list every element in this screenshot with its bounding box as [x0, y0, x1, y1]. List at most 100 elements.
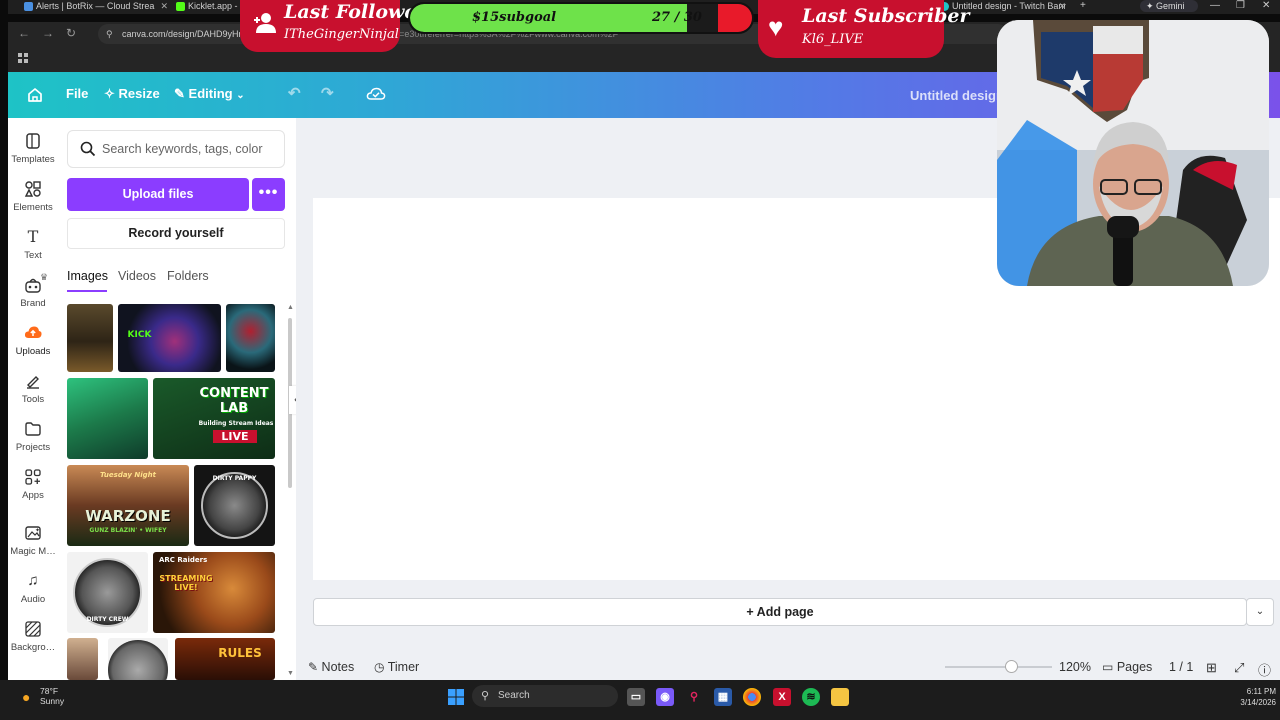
home-icon[interactable]: [26, 86, 44, 104]
upload-thumbnail[interactable]: CONTENT LAB Building Stream Ideas LIVE: [153, 378, 275, 459]
taskbar-search[interactable]: ⚲ Search: [472, 685, 618, 707]
badge-emblem: [201, 472, 268, 539]
record-yourself-button[interactable]: Record yourself: [67, 218, 285, 249]
upload-thumbnail[interactable]: ARC Raiders STREAMING LIVE!: [153, 552, 275, 633]
tab-images[interactable]: Images: [67, 269, 108, 283]
windows-taskbar: ● 78°F Sunny ⚲ Search ▭ ◉ ⚲ ▦ X ≋ 6:11 P…: [0, 680, 1280, 720]
zoom-level[interactable]: 120%: [1059, 660, 1091, 674]
maximize-window-icon[interactable]: ❐: [1236, 0, 1245, 12]
reload-icon[interactable]: ↻: [66, 26, 76, 40]
svg-text:✦: ✦: [35, 527, 40, 534]
chevron-down-icon: ⌄: [1255, 606, 1265, 617]
rail-item-text[interactable]: T Text: [8, 228, 58, 274]
windows-start-icon[interactable]: [447, 688, 465, 706]
notes-button[interactable]: ✎ Notes: [308, 660, 354, 674]
taskbar-clock[interactable]: 6:11 PM 3/14/2026: [1230, 686, 1276, 708]
rail-item-magic-media[interactable]: ✦ Magic M…: [8, 524, 58, 570]
rail-item-tools[interactable]: Tools: [8, 372, 58, 418]
file-menu[interactable]: File: [66, 86, 88, 101]
weather-widget[interactable]: 78°F Sunny: [40, 686, 64, 706]
grid-view-icon[interactable]: ⊞: [1206, 660, 1217, 676]
zoom-slider[interactable]: [945, 666, 1052, 668]
upload-thumbnail[interactable]: [108, 638, 168, 680]
timer-button[interactable]: ◷ Timer: [374, 660, 419, 674]
pencil-icon: ✎: [174, 86, 185, 101]
gemini-button[interactable]: ✦ Gemini: [1140, 0, 1198, 12]
upload-thumbnail[interactable]: DIRTY PAPPY: [194, 465, 275, 546]
sub-goal-remaining: [718, 4, 752, 32]
maps-pin-icon[interactable]: ⚲: [685, 688, 703, 706]
chrome-app-icon[interactable]: [743, 688, 761, 706]
badge-emblem: [108, 640, 168, 680]
notes-icon: ✎: [308, 660, 319, 674]
task-view-icon[interactable]: ▭: [627, 688, 645, 706]
screen: Alerts | BotRix — Cloud Strea ✕ Kicklet.…: [0, 0, 1280, 720]
scroll-down-arrow-icon[interactable]: ▼: [287, 670, 294, 677]
search-icon: ⚲: [481, 690, 490, 702]
minimize-window-icon[interactable]: —: [1210, 0, 1220, 12]
magic-resize-icon: ✧: [104, 86, 115, 101]
tab-videos[interactable]: Videos: [118, 269, 156, 283]
network-app-icon[interactable]: ▦: [714, 688, 732, 706]
back-arrow-icon[interactable]: ←: [18, 26, 30, 40]
spotify-app-icon[interactable]: ≋: [802, 688, 820, 706]
file-explorer-icon[interactable]: [831, 688, 849, 706]
apps-grid-icon[interactable]: [18, 53, 28, 63]
browser-tab-kicklet[interactable]: Kicklet.app - Kic: [174, 0, 250, 14]
upload-thumbnail[interactable]: RULES: [175, 638, 275, 680]
upload-thumbnail[interactable]: [226, 304, 275, 372]
page-count: 1 / 1: [1169, 660, 1194, 674]
pages-expand-button[interactable]: ⌄: [1246, 598, 1274, 626]
upload-thumbnail[interactable]: [67, 304, 113, 372]
rail-item-elements[interactable]: Elements: [8, 180, 58, 226]
undo-icon[interactable]: ↶: [288, 84, 301, 102]
uploads-search[interactable]: [67, 130, 285, 168]
heart-icon: ♥: [768, 12, 784, 42]
rail-item-projects[interactable]: Projects: [8, 420, 58, 466]
zoom-slider-handle[interactable]: [1005, 660, 1018, 673]
more-options-button[interactable]: •••: [252, 178, 285, 211]
discord-app-icon[interactable]: ◉: [656, 688, 674, 706]
upload-thumbnail[interactable]: [67, 378, 148, 459]
fullscreen-icon[interactable]: ⤢: [1234, 660, 1244, 676]
upload-thumbnail[interactable]: Tuesday Night WARZONE GUNZ BLAZIN' • WIF…: [67, 465, 189, 546]
rail-item-audio[interactable]: ♫ Audio: [8, 572, 58, 618]
x-app-icon[interactable]: X: [773, 688, 791, 706]
scroll-up-arrow-icon[interactable]: ▲: [287, 304, 294, 311]
close-tab-icon[interactable]: ✕: [160, 0, 168, 12]
rail-item-brand[interactable]: Brand ♛: [8, 272, 58, 322]
upload-files-button[interactable]: Upload files: [67, 178, 249, 211]
redo-icon[interactable]: ↷: [321, 84, 334, 102]
add-page-button[interactable]: + Add page: [313, 598, 1247, 626]
rail-item-templates[interactable]: Templates: [8, 132, 58, 178]
cloud-saved-icon[interactable]: [366, 86, 386, 102]
sub-goal-progress-bar: $15subgoal 27 / 30: [408, 2, 754, 34]
upload-thumbnail[interactable]: KICK: [118, 304, 221, 372]
apps-icon: [25, 469, 41, 485]
pages-button[interactable]: ▭ Pages: [1102, 660, 1152, 674]
site-info-icon[interactable]: ⚲: [106, 24, 113, 44]
search-input[interactable]: [102, 139, 280, 159]
design-title[interactable]: Untitled design: [910, 88, 1004, 103]
uploads-icon: [24, 326, 42, 338]
tab-folders[interactable]: Folders: [167, 269, 209, 283]
help-icon[interactable]: ⓘ: [1258, 660, 1271, 679]
new-tab-button[interactable]: +: [1080, 0, 1086, 12]
upload-thumbnail[interactable]: DIRTY CREW: [67, 552, 148, 633]
browser-tab-botrix[interactable]: Alerts | BotRix — Cloud Strea ✕: [22, 0, 168, 14]
last-subscriber-overlay: ♥ Last Subscriber Kl6_LIVE: [758, 0, 969, 58]
timer-icon: ◷: [374, 660, 385, 674]
rail-item-uploads[interactable]: Uploads: [8, 324, 58, 370]
pages-icon: ▭: [1102, 660, 1114, 674]
upload-thumbnail[interactable]: [67, 638, 98, 680]
forward-arrow-icon[interactable]: →: [42, 26, 54, 40]
close-tab-icon[interactable]: ✕: [1058, 0, 1066, 12]
close-window-icon[interactable]: ✕: [1262, 0, 1270, 12]
rail-item-background[interactable]: Backgro…: [8, 620, 58, 666]
side-rail: Templates Elements T Text Brand ♛ Upload…: [8, 118, 58, 680]
magic-media-icon: ✦: [25, 526, 41, 540]
resize-button[interactable]: ✧ Resize: [104, 86, 160, 102]
rail-item-apps[interactable]: Apps: [8, 468, 58, 514]
webcam-scene: [997, 20, 1269, 286]
editing-mode-dropdown[interactable]: ✎ Editing ⌄: [174, 86, 245, 102]
